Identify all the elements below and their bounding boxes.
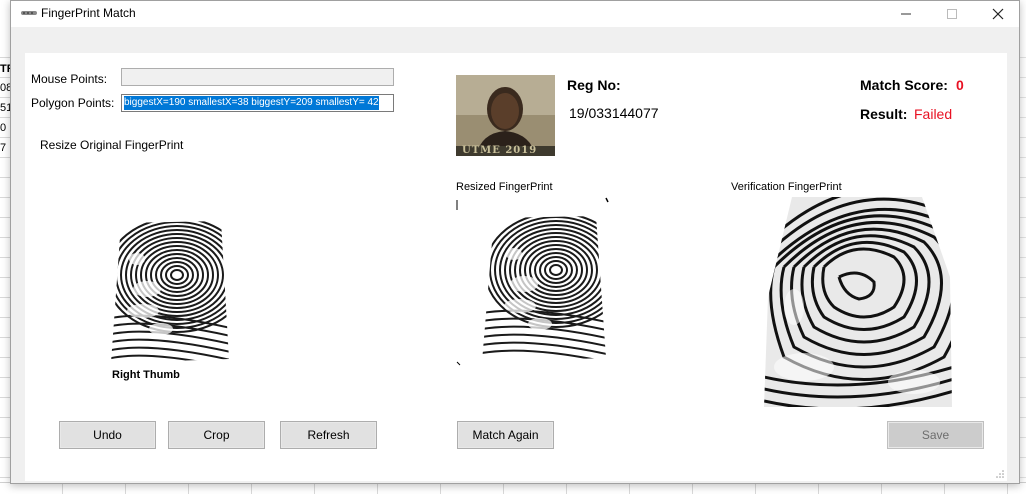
close-button[interactable] (975, 1, 1021, 27)
window-title: FingerPrint Match (41, 6, 136, 20)
original-fingerprint-image[interactable] (107, 219, 235, 365)
verification-fingerprint-label: Verification FingerPrint (731, 181, 842, 193)
mouse-points-field[interactable] (121, 68, 394, 86)
resize-grip-icon[interactable] (995, 469, 1005, 479)
mouse-points-label: Mouse Points: (31, 72, 108, 86)
title-bar[interactable]: FingerPrint Match (11, 1, 1019, 27)
save-button[interactable]: Save (887, 421, 984, 449)
match-score-value: 0 (956, 77, 964, 93)
background-cell: 0 (0, 122, 7, 134)
polygon-points-label: Polygon Points: (31, 96, 115, 110)
result-label: Result: (860, 106, 908, 122)
result-value: Failed (914, 106, 953, 122)
fingerprint-match-window: FingerPrint Match Mouse Points: Polygon … (10, 0, 1020, 484)
reg-no-label: Reg No: (567, 77, 621, 93)
match-score-label: Match Score: (860, 77, 948, 93)
maximize-button[interactable] (929, 1, 975, 27)
minimize-icon (901, 13, 911, 15)
form-client-area: Mouse Points: Polygon Points: biggestX=1… (25, 53, 1007, 481)
crop-button[interactable]: Crop (168, 421, 265, 449)
candidate-portrait (456, 75, 555, 156)
maximize-icon (947, 9, 957, 19)
resized-fingerprint-image[interactable] (456, 196, 610, 366)
candidate-photo: UTME 2019 (456, 75, 555, 156)
resized-fingerprint-label: Resized FingerPrint (456, 181, 553, 193)
background-cell: 7 (0, 142, 7, 154)
verification-fingerprint-image[interactable] (764, 197, 952, 407)
right-thumb-caption: Right Thumb (112, 369, 180, 381)
match-again-button[interactable]: Match Again (457, 421, 554, 449)
resize-original-label: Resize Original FingerPrint (40, 138, 184, 152)
polygon-points-field[interactable]: biggestX=190 smallestX=38 biggestY=209 s… (121, 94, 394, 112)
fingerprint-app-icon (21, 11, 37, 15)
undo-button[interactable]: Undo (59, 421, 156, 449)
polygon-points-selection: biggestX=190 smallestX=38 biggestY=209 s… (124, 96, 379, 110)
close-icon (992, 8, 1004, 20)
minimize-button[interactable] (883, 1, 929, 27)
refresh-button[interactable]: Refresh (280, 421, 377, 449)
photo-caption: UTME 2019 (462, 145, 538, 156)
reg-no-value: 19/033144077 (569, 105, 659, 121)
